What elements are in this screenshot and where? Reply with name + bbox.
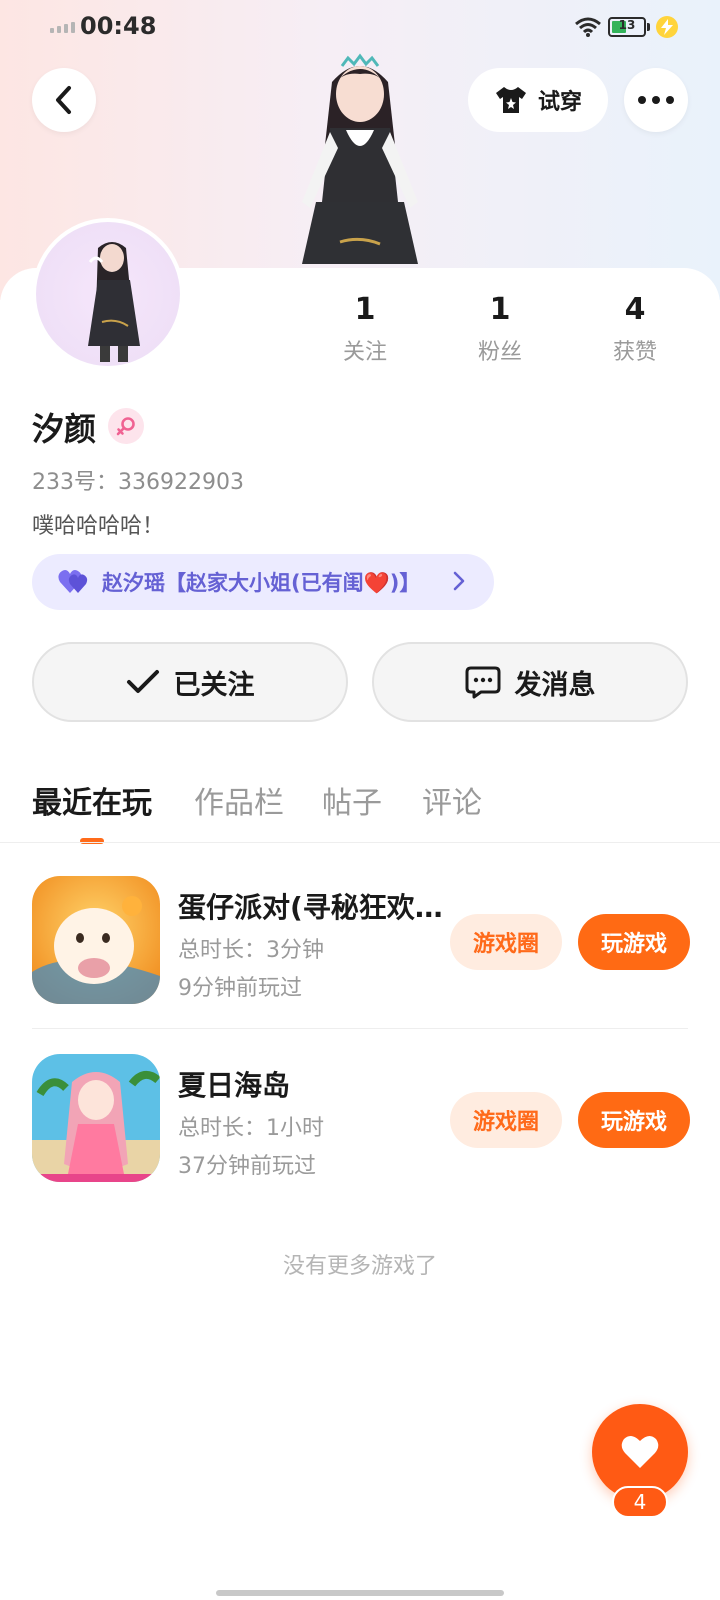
- character-3d-figure: [302, 53, 418, 264]
- like-count-badge: 4: [612, 1486, 668, 1518]
- stat-likes-label: 获赞: [612, 340, 657, 365]
- chat-bubble-icon: [465, 666, 500, 699]
- stat-likes[interactable]: 4 获赞: [575, 292, 695, 366]
- stat-likes-count: 4: [624, 292, 646, 327]
- relation-text: 赵汐瑶【赵家大小姐(已有闺❤️)】: [102, 571, 421, 595]
- check-icon: [126, 670, 159, 693]
- stat-following[interactable]: 1 关注: [305, 292, 425, 366]
- following-label: 已关注: [173, 669, 255, 701]
- send-message-button[interactable]: 发消息: [372, 642, 688, 722]
- game-title: 夏日海岛: [178, 1069, 291, 1102]
- play-game-button[interactable]: 玩游戏: [578, 1092, 690, 1148]
- battery-icon: 13: [608, 17, 646, 37]
- stat-fans[interactable]: 1 粉丝: [440, 292, 560, 366]
- user-bio: 噗哈哈哈哈！: [32, 514, 165, 539]
- tab-posts[interactable]: 帖子: [322, 778, 382, 822]
- tab-works[interactable]: 作品栏: [194, 778, 284, 822]
- heart-icon: [621, 1435, 659, 1468]
- username: 汐颜: [32, 410, 97, 448]
- chevron-right-icon: [453, 571, 465, 591]
- wifi-icon: [575, 17, 601, 37]
- tab-comments[interactable]: 评论: [422, 778, 482, 822]
- try-on-label: 试穿: [537, 90, 582, 115]
- play-game-button[interactable]: 玩游戏: [578, 914, 690, 970]
- stat-fans-label: 粉丝: [477, 340, 522, 365]
- game-duration: 总时长：3分钟: [178, 938, 324, 963]
- signal-icon: [50, 22, 75, 33]
- avatar[interactable]: [32, 218, 184, 370]
- relation-badge[interactable]: 赵汐瑶【赵家大小姐(已有闺❤️)】: [32, 554, 494, 610]
- game-duration: 总时长：1小时: [178, 1116, 324, 1141]
- tab-recently-played[interactable]: 最近在玩: [32, 778, 152, 822]
- list-divider: [32, 1028, 688, 1029]
- eggy-party-game-icon: [32, 876, 160, 1004]
- game-title: 蛋仔派对(寻秘狂欢…: [178, 891, 443, 924]
- summer-island-game-icon: [32, 1054, 160, 1182]
- stat-following-count: 1: [354, 292, 376, 327]
- game-last-played: 9分钟前玩过: [178, 976, 302, 1001]
- more-button[interactable]: [624, 68, 688, 132]
- home-indicator[interactable]: [216, 1590, 504, 1596]
- game-list-item[interactable]: 蛋仔派对(寻秘狂欢… 总时长：3分钟 9分钟前玩过 游戏圈 玩游戏: [32, 876, 690, 1006]
- game-circle-button[interactable]: 游戏圈: [450, 914, 562, 970]
- more-dots-icon: [638, 96, 674, 104]
- game-last-played: 37分钟前玩过: [178, 1154, 316, 1179]
- game-circle-button[interactable]: 游戏圈: [450, 1092, 562, 1148]
- user-id: 233号：336922903: [32, 470, 244, 495]
- status-bar: 00:48 13: [0, 0, 720, 56]
- stat-fans-count: 1: [489, 292, 511, 327]
- charging-icon: [656, 16, 678, 38]
- tshirt-icon: [495, 87, 526, 113]
- purple-heart-icon: [58, 570, 88, 593]
- back-button[interactable]: [32, 68, 96, 132]
- game-list-item[interactable]: 夏日海岛 总时长：1小时 37分钟前玩过 游戏圈 玩游戏: [32, 1054, 690, 1184]
- profile-page: 00:48 13 试穿 1 关注 1 粉丝 4 获赞 汐颜 233号：33692…: [0, 0, 720, 1600]
- chevron-left-icon: [56, 86, 71, 114]
- avatar-figure: [88, 242, 140, 362]
- battery-level: 13: [618, 18, 636, 32]
- no-more-games-text: 没有更多游戏了: [282, 1254, 437, 1279]
- female-gender-icon: [108, 408, 144, 444]
- try-on-button[interactable]: 试穿: [468, 68, 608, 132]
- active-tab-indicator: [80, 838, 104, 844]
- tab-divider: [0, 842, 720, 843]
- stat-following-label: 关注: [342, 340, 387, 365]
- following-button[interactable]: 已关注: [32, 642, 348, 722]
- status-time: 00:48: [80, 12, 157, 40]
- send-message-label: 发消息: [514, 669, 596, 701]
